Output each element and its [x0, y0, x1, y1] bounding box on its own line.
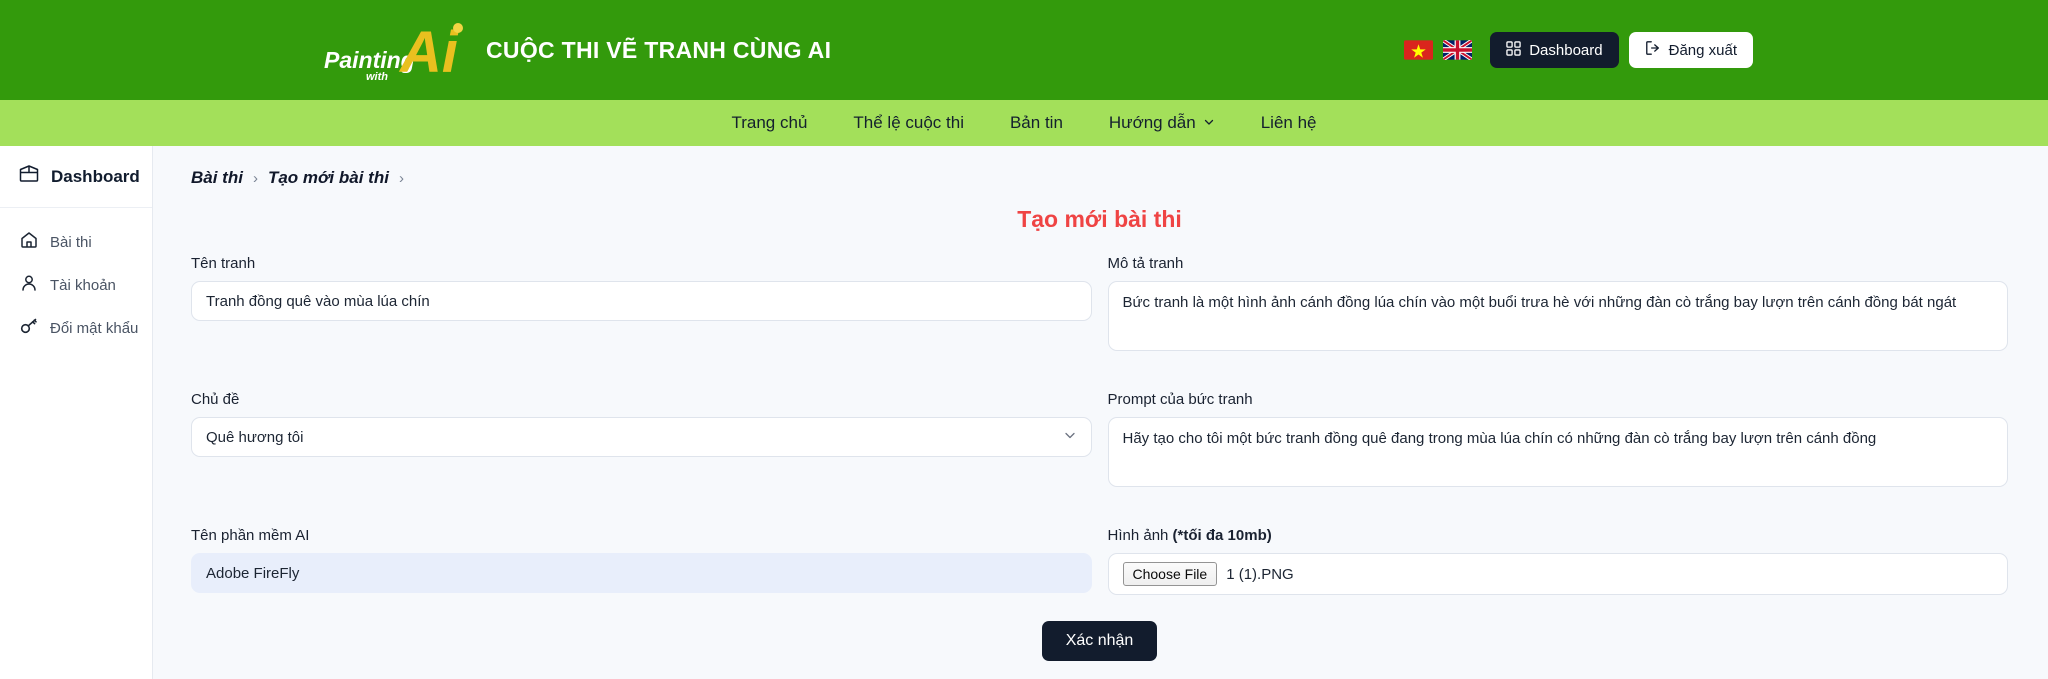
- choose-file-button[interactable]: Choose File: [1122, 562, 1218, 586]
- svg-text:Ai: Ai: [398, 20, 460, 82]
- field-ten-tranh-label: Tên tranh: [191, 255, 256, 272]
- nav-item-news[interactable]: Bản tin: [1010, 113, 1063, 133]
- field-hinh-anh-label-main: Hình ảnh: [1107, 527, 1173, 544]
- sidebar-item-tai-khoan-label: Tài khoản: [50, 277, 116, 294]
- field-ten-phan-mem-ai-label: Tên phần mềm AI: [191, 527, 310, 544]
- prompt-textarea-value: Hãy tạo cho tôi một bức tranh đồng quê đ…: [1122, 430, 1877, 447]
- breadcrumb-item-tao-moi[interactable]: Tạo mới bài thi: [268, 168, 389, 188]
- user-icon: [19, 273, 39, 298]
- grid-icon: [1506, 40, 1521, 60]
- field-hinh-anh: Hình ảnh (*tối đa 10mb) Choose File 1 (1…: [1107, 497, 2009, 595]
- main-navigation: Trang chủ Thể lệ cuộc thi Bản tin Hướng …: [0, 100, 2048, 146]
- ten-tranh-input[interactable]: Tranh đồng quê vào mùa lúa chín: [191, 281, 1092, 321]
- mo-ta-tranh-textarea[interactable]: Bức tranh là một hình ảnh cánh đồng lúa …: [1107, 281, 2008, 351]
- field-prompt: Prompt của bức tranh Hãy tạo cho tôi một…: [1107, 361, 2009, 487]
- uk-flag-icon[interactable]: [1443, 40, 1473, 60]
- submit-button[interactable]: Xác nhận: [1041, 621, 1158, 661]
- page-body: Dashboard Bài thi Tài khoản Đổi mật khẩu…: [0, 146, 2048, 679]
- spacer-ten-phan-mem: [191, 497, 1092, 527]
- box-icon: [18, 163, 40, 190]
- logout-icon: [1645, 40, 1661, 60]
- field-ten-tranh: Tên tranh Tranh đồng quê vào mùa lúa chí…: [191, 255, 1092, 351]
- field-chu-de: Chủ đề Quê hương tôi: [191, 361, 1092, 487]
- logout-button[interactable]: Đăng xuất: [1628, 32, 1753, 68]
- breadcrumb-separator-2: ›: [398, 169, 404, 187]
- vietnam-flag-icon[interactable]: [1404, 40, 1434, 60]
- field-chu-de-label: Chủ đề: [191, 391, 240, 408]
- spacer-chu-de: [191, 361, 1092, 391]
- field-mo-ta-tranh-label: Mô tả tranh: [1107, 255, 1184, 272]
- field-ten-phan-mem-ai: Tên phần mềm AI Adobe FireFly: [191, 497, 1092, 595]
- submit-row: Xác nhận: [191, 621, 2008, 661]
- hinh-anh-file-input[interactable]: Choose File 1 (1).PNG: [1107, 553, 2008, 595]
- sidebar-menu: Bài thi Tài khoản Đổi mật khẩu: [0, 208, 152, 350]
- sidebar-header-label: Dashboard: [51, 166, 140, 186]
- breadcrumb-separator-1: ›: [252, 169, 258, 187]
- sidebar-item-doi-mat-khau-label: Đổi mật khẩu: [50, 320, 139, 337]
- site-header: Painting with Ai CUỘC THI VẼ TRANH CÙNG …: [0, 0, 2048, 100]
- field-mo-ta-tranh: Mô tả tranh Bức tranh là một hình ảnh cá…: [1107, 255, 2008, 351]
- svg-text:with: with: [366, 71, 388, 82]
- ten-phan-mem-ai-input[interactable]: Adobe FireFly: [191, 553, 1092, 593]
- header-actions: Dashboard Đăng xuất: [1404, 32, 1753, 68]
- create-submission-form: Tên tranh Tranh đồng quê vào mùa lúa chí…: [191, 255, 2008, 605]
- nav-item-rules-label: Thể lệ cuộc thi: [853, 113, 964, 132]
- page-title: Tạo mới bài thi: [1017, 206, 1182, 232]
- brand: Painting with Ai CUỘC THI VẼ TRANH CÙNG …: [322, 18, 832, 85]
- sidebar-item-doi-mat-khau[interactable]: Đổi mật khẩu: [0, 307, 152, 350]
- sidebar-header[interactable]: Dashboard: [0, 146, 152, 208]
- main-content: Bài thi › Tạo mới bài thi › Tạo mới bài …: [153, 146, 2048, 679]
- field-prompt-label: Prompt của bức tranh: [1107, 391, 1253, 408]
- key-icon: [19, 316, 39, 341]
- sidebar-item-bai-thi[interactable]: Bài thi: [0, 221, 152, 264]
- nav-item-contact-label: Liên hệ: [1260, 113, 1317, 132]
- breadcrumb-item-bai-thi[interactable]: Bài thi: [191, 168, 243, 188]
- nav-item-guide-label: Hướng dẫn: [1108, 113, 1196, 132]
- spacer-prompt: [1108, 361, 2009, 391]
- site-title: CUỘC THI VẼ TRANH CÙNG AI: [486, 36, 832, 63]
- spacer-hinh-anh: [1108, 497, 2009, 527]
- home-icon: [19, 230, 39, 255]
- nav-item-guide[interactable]: Hướng dẫn: [1109, 113, 1215, 133]
- nav-item-home-label: Trang chủ: [731, 113, 808, 132]
- mo-ta-tranh-textarea-value: Bức tranh là một hình ảnh cánh đồng lúa …: [1122, 294, 1957, 311]
- chevron-down-icon: [1063, 428, 1077, 446]
- selected-file-name: 1 (1).PNG: [1226, 565, 1294, 583]
- ten-phan-mem-ai-input-value: Adobe FireFly: [206, 564, 300, 582]
- dashboard-button-label: Dashboard: [1529, 41, 1603, 59]
- chu-de-select-value: Quê hương tôi: [206, 428, 304, 446]
- sidebar: Dashboard Bài thi Tài khoản Đổi mật khẩu: [0, 146, 153, 679]
- field-hinh-anh-label: Hình ảnh (*tối đa 10mb): [1108, 527, 2009, 544]
- chu-de-select[interactable]: Quê hương tôi: [191, 417, 1092, 457]
- sidebar-item-bai-thi-label: Bài thi: [50, 234, 92, 251]
- field-hinh-anh-label-note: (*tối đa 10mb): [1172, 527, 1272, 544]
- logout-button-label: Đăng xuất: [1668, 41, 1737, 59]
- nav-item-contact[interactable]: Liên hệ: [1261, 113, 1317, 133]
- painting-with-ai-logo[interactable]: Painting with Ai: [322, 18, 472, 85]
- ten-tranh-input-value: Tranh đồng quê vào mùa lúa chín: [206, 292, 430, 310]
- sidebar-item-tai-khoan[interactable]: Tài khoản: [0, 264, 152, 307]
- nav-item-news-label: Bản tin: [1009, 113, 1063, 132]
- breadcrumb: Bài thi › Tạo mới bài thi ›: [191, 168, 2008, 188]
- dashboard-button[interactable]: Dashboard: [1490, 32, 1619, 68]
- nav-item-rules[interactable]: Thể lệ cuộc thi: [853, 113, 964, 133]
- chevron-down-icon: [1203, 113, 1215, 133]
- prompt-textarea[interactable]: Hãy tạo cho tôi một bức tranh đồng quê đ…: [1107, 417, 2008, 487]
- nav-item-home[interactable]: Trang chủ: [731, 113, 807, 133]
